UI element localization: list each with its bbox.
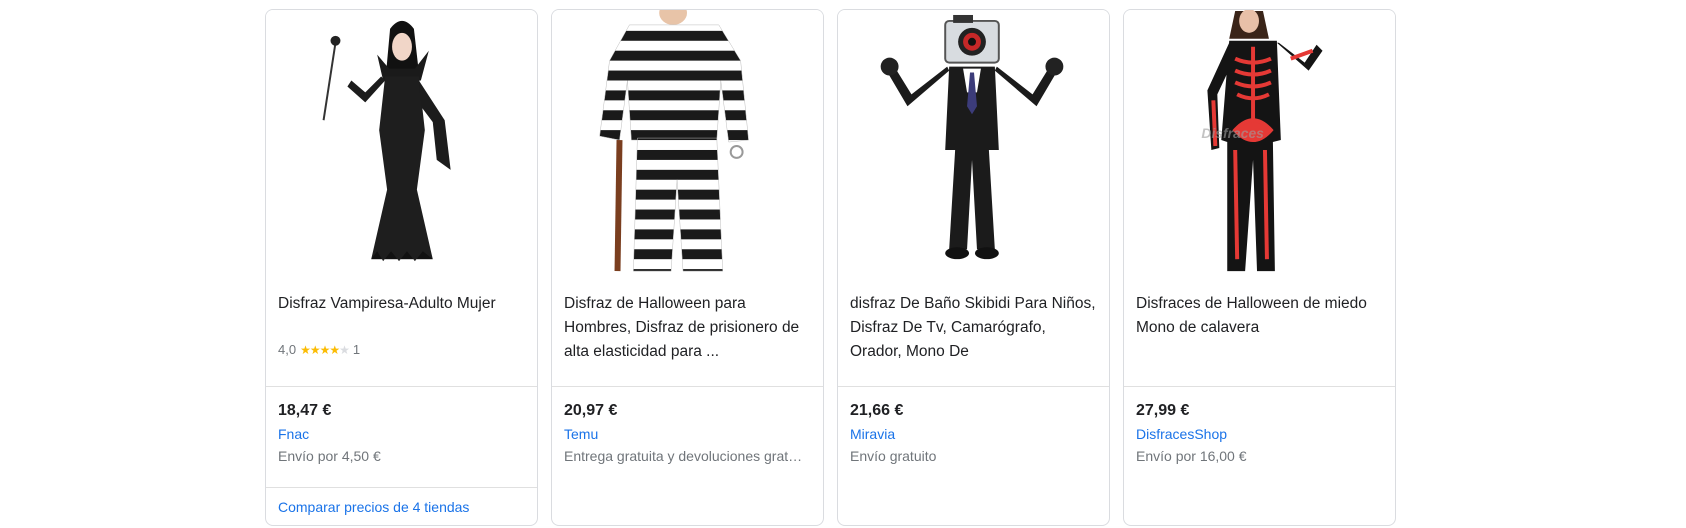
product-image-skeleton-costume[interactable]: Disfraces [1124, 10, 1395, 284]
shipping-info: Envío gratuito [850, 448, 937, 464]
product-price: 20,97 € [564, 402, 618, 419]
product-card[interactable]: Disfraz Vampiresa-Adulto Mujer 4,0 ★★★★★… [265, 9, 538, 526]
rating-count: 1 [352, 342, 361, 357]
product-image-tv-costume[interactable] [838, 10, 1109, 284]
merchant-link[interactable]: Miravia [850, 424, 1097, 444]
offer-section: 20,97 € Temu Entrega gratuita y devoluci… [552, 386, 823, 525]
product-price: 18,47 € [278, 402, 332, 419]
product-title[interactable]: disfraz De Baño Skibidi Para Niños, Disf… [850, 292, 1097, 364]
compare-prices-link[interactable]: Comparar precios de 4 tiendas [266, 487, 537, 525]
product-price: 27,99 € [1136, 402, 1190, 419]
product-title[interactable]: Disfraz Vampiresa-Adulto Mujer [278, 292, 525, 316]
product-carousel: Disfraz Vampiresa-Adulto Mujer 4,0 ★★★★★… [265, 9, 1396, 526]
merchant-link[interactable]: DisfracesShop [1136, 424, 1383, 444]
image-watermark: Disfraces [1201, 125, 1264, 141]
rating-value: 4,0 [278, 342, 297, 357]
product-title[interactable]: Disfraces de Halloween de miedo Mono de … [1136, 292, 1383, 340]
offer-section: 18,47 € Fnac Envío por 4,50 € [266, 386, 537, 487]
shipping-info: Envío por 16,00 € [1136, 448, 1247, 464]
shipping-info: Envío por 4,50 € [278, 448, 381, 464]
product-card[interactable]: Disfraces Disfraces de Halloween de mied… [1123, 9, 1396, 526]
product-title[interactable]: Disfraz de Halloween para Hombres, Disfr… [564, 292, 811, 364]
shipping-info: Entrega gratuita y devoluciones grat… [564, 448, 803, 464]
merchant-link[interactable]: Fnac [278, 424, 525, 444]
product-card[interactable]: Disfraz de Halloween para Hombres, Disfr… [551, 9, 824, 526]
offer-section: 27,99 € DisfracesShop Envío por 16,00 € [1124, 386, 1395, 525]
product-image-prisoner-costume[interactable] [552, 10, 823, 284]
product-rating: 4,0 ★★★★★ 1 [278, 342, 360, 357]
offer-section: 21,66 € Miravia Envío gratuito [838, 386, 1109, 525]
product-card[interactable]: disfraz De Baño Skibidi Para Niños, Disf… [837, 9, 1110, 526]
merchant-link[interactable]: Temu [564, 424, 811, 444]
product-price: 21,66 € [850, 402, 904, 419]
star-rating-icon: ★★★★★ [300, 342, 350, 357]
product-image-vampire-costume[interactable] [266, 10, 537, 284]
